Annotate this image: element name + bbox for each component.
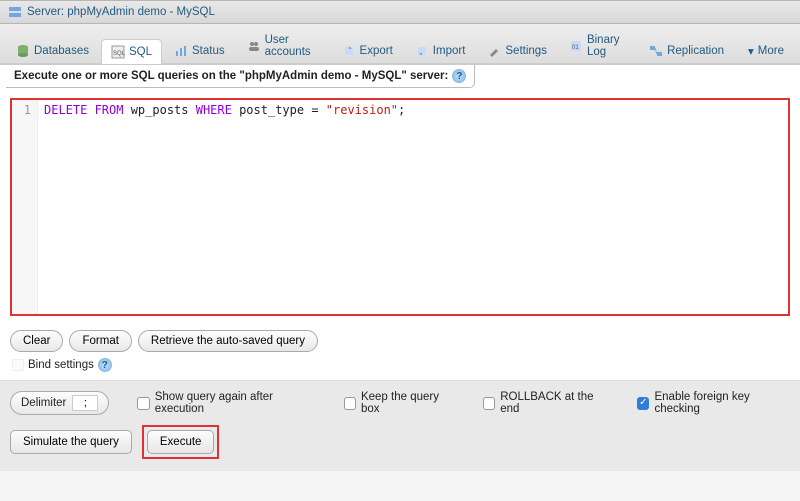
tab-more[interactable]: ▾ More <box>736 38 794 63</box>
tab-import[interactable]: Import <box>405 38 476 63</box>
bind-settings-row: Bind settings ? <box>0 354 800 381</box>
editor-buttons: Clear Format Retrieve the auto-saved que… <box>0 320 800 356</box>
delimiter-wrap: Delimiter <box>10 391 109 415</box>
sql-panel: Execute one or more SQL queries on the "… <box>0 64 800 354</box>
fk-check-input[interactable] <box>637 397 649 410</box>
editor-code[interactable]: DELETE FROM wp_posts WHERE post_type = "… <box>38 100 411 314</box>
clear-button[interactable]: Clear <box>10 330 63 352</box>
tab-label: Binary Log <box>587 34 627 58</box>
tab-label: Replication <box>667 45 724 57</box>
line-number: 1 <box>12 103 31 117</box>
tab-export[interactable]: Export <box>332 38 403 63</box>
replication-icon <box>649 44 663 58</box>
breadcrumb: Server: phpMyAdmin demo - MySQL <box>0 0 800 24</box>
tab-settings[interactable]: Settings <box>477 38 557 63</box>
tab-label: User accounts <box>265 34 320 58</box>
tab-label: Export <box>360 45 393 57</box>
show-again-checkbox[interactable]: Show query again after execution <box>137 391 315 415</box>
format-button[interactable]: Format <box>69 330 131 352</box>
options-row: Delimiter Show query again after executi… <box>10 391 790 415</box>
sql-text: wp_posts <box>123 103 195 117</box>
query-title: Execute one or more SQL queries on the "… <box>6 65 475 88</box>
keep-box-checkbox[interactable]: Keep the query box <box>344 391 455 415</box>
execute-button[interactable]: Execute <box>147 430 215 454</box>
tab-databases[interactable]: Databases <box>6 38 99 63</box>
binlog-icon: 01 <box>569 39 583 53</box>
query-title-text: Execute one or more SQL queries on the "… <box>14 70 448 82</box>
show-again-label: Show query again after execution <box>155 391 316 415</box>
tab-status[interactable]: Status <box>164 38 235 63</box>
breadcrumb-link[interactable]: Server: phpMyAdmin demo - MySQL <box>27 6 215 18</box>
tab-sql[interactable]: SQL SQL <box>101 39 162 64</box>
rollback-label: ROLLBACK at the end <box>500 391 609 415</box>
tab-label: Settings <box>505 45 547 57</box>
database-icon <box>16 44 30 58</box>
sql-keyword: DELETE FROM <box>44 103 123 117</box>
sql-text: ; <box>398 103 405 117</box>
server-icon <box>8 5 22 19</box>
users-icon <box>247 39 261 53</box>
wrench-icon <box>487 44 501 58</box>
execute-highlight: Execute <box>142 425 220 459</box>
sql-string: "revision" <box>326 103 398 117</box>
tab-label: SQL <box>129 46 152 58</box>
tab-binary-log[interactable]: 01 Binary Log <box>559 28 637 63</box>
top-tabs: Databases SQL SQL Status User accounts E… <box>0 24 800 64</box>
rollback-checkbox[interactable]: ROLLBACK at the end <box>483 391 609 415</box>
simulate-button[interactable]: Simulate the query <box>10 430 132 454</box>
tab-replication[interactable]: Replication <box>639 38 734 63</box>
fk-check-label: Enable foreign key checking <box>654 391 790 415</box>
bind-settings-label: Bind settings <box>28 359 94 371</box>
bind-settings-expand[interactable] <box>12 359 24 371</box>
bottom-panel: Delimiter Show query again after executi… <box>0 381 800 471</box>
keep-box-label: Keep the query box <box>361 391 455 415</box>
status-icon <box>174 44 188 58</box>
delimiter-input[interactable] <box>72 395 98 411</box>
tab-user-accounts[interactable]: User accounts <box>237 28 330 63</box>
tab-label: Databases <box>34 45 89 57</box>
export-icon <box>342 44 356 58</box>
help-icon[interactable]: ? <box>98 358 112 372</box>
execute-row: Simulate the query Execute <box>10 425 790 459</box>
rollback-input[interactable] <box>483 397 495 410</box>
sql-icon: SQL <box>111 45 125 59</box>
help-icon[interactable]: ? <box>452 69 466 83</box>
sql-keyword: WHERE <box>196 103 232 117</box>
sql-editor[interactable]: 1 DELETE FROM wp_posts WHERE post_type =… <box>10 98 790 316</box>
tab-label: More <box>758 45 784 57</box>
sql-text: post_type = <box>232 103 326 117</box>
show-again-input[interactable] <box>137 397 149 410</box>
retrieve-autosaved-button[interactable]: Retrieve the auto-saved query <box>138 330 318 352</box>
tab-label: Import <box>433 45 466 57</box>
tab-label: Status <box>192 45 225 57</box>
import-icon <box>415 44 429 58</box>
keep-box-input[interactable] <box>344 397 356 410</box>
svg-text:01: 01 <box>572 45 579 51</box>
editor-gutter: 1 <box>12 100 38 314</box>
svg-text:SQL: SQL <box>113 51 125 57</box>
caret-down-icon: ▾ <box>748 44 754 58</box>
delimiter-label: Delimiter <box>21 397 66 409</box>
fk-check-checkbox[interactable]: Enable foreign key checking <box>637 391 790 415</box>
